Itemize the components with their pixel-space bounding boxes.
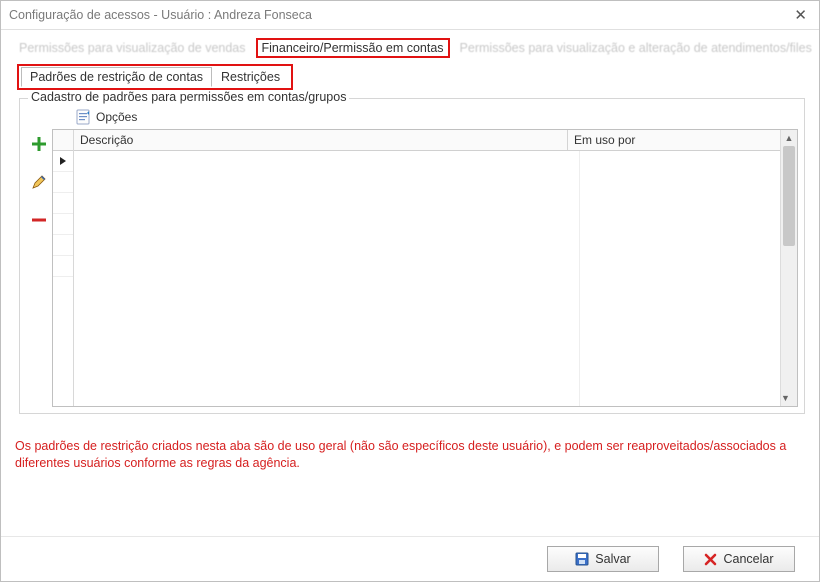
grid-body[interactable] bbox=[74, 151, 780, 406]
floppy-icon bbox=[575, 552, 589, 566]
options-label: Opções bbox=[96, 110, 137, 124]
frame-cadastro-padroes: Cadastro de padrões para permissões em c… bbox=[19, 98, 805, 414]
toolbar-vertical bbox=[26, 107, 52, 407]
pencil-icon bbox=[31, 174, 47, 190]
tab-permissoes-vendas[interactable]: Permissões para visualização de vendas bbox=[15, 39, 250, 57]
subtab-padroes-restricao[interactable]: Padrões de restrição de contas bbox=[21, 67, 212, 87]
minus-icon bbox=[31, 212, 47, 228]
options-icon bbox=[76, 109, 92, 125]
save-button-label: Salvar bbox=[595, 552, 630, 566]
column-header-descricao[interactable]: Descrição bbox=[74, 130, 568, 150]
sub-tabs: Padrões de restrição de contas Restriçõe… bbox=[17, 64, 293, 90]
content-area: Permissões para visualização de vendas F… bbox=[1, 30, 819, 536]
add-button[interactable] bbox=[30, 135, 48, 153]
row-marker-column bbox=[53, 130, 74, 406]
scrollbar-vertical[interactable]: ▲ ▼ bbox=[780, 130, 797, 406]
tab-permissoes-atendimentos[interactable]: Permissões para visualização e alteração… bbox=[456, 39, 816, 57]
titlebar: Configuração de acessos - Usuário : Andr… bbox=[1, 1, 819, 30]
triangle-right-icon bbox=[58, 156, 68, 166]
frame-inner: Opções bbox=[26, 107, 798, 407]
window-root: Configuração de acessos - Usuário : Andr… bbox=[0, 0, 820, 582]
grid-header: Descrição Em uso por bbox=[74, 130, 780, 151]
window-title: Configuração de acessos - Usuário : Andr… bbox=[9, 8, 312, 22]
close-icon[interactable]: ✕ bbox=[788, 4, 813, 26]
subtab-restricoes[interactable]: Restrições bbox=[212, 67, 289, 87]
cancel-button-label: Cancelar bbox=[723, 552, 773, 566]
frame-legend: Cadastro de padrões para permissões em c… bbox=[28, 90, 349, 104]
row-marker-current[interactable] bbox=[53, 151, 73, 172]
remove-button[interactable] bbox=[30, 211, 48, 229]
plus-icon bbox=[31, 136, 47, 152]
tab-financeiro-contas[interactable]: Financeiro/Permissão em contas bbox=[256, 38, 450, 58]
main-tabs: Permissões para visualização de vendas F… bbox=[15, 38, 811, 58]
options-row[interactable]: Opções bbox=[52, 107, 798, 129]
x-red-icon bbox=[704, 553, 717, 566]
save-button[interactable]: Salvar bbox=[547, 546, 659, 572]
edit-button[interactable] bbox=[30, 173, 48, 191]
grid: Descrição Em uso por ▲ ▼ bbox=[52, 129, 798, 407]
scroll-up-icon[interactable]: ▲ bbox=[781, 130, 797, 146]
column-header-em-uso-por[interactable]: Em uso por bbox=[568, 130, 780, 150]
scroll-down-icon[interactable]: ▼ bbox=[781, 390, 790, 406]
info-text: Os padrões de restrição criados nesta ab… bbox=[15, 438, 805, 472]
grid-area: Opções bbox=[52, 107, 798, 407]
scroll-thumb[interactable] bbox=[783, 146, 795, 246]
footer: Salvar Cancelar bbox=[1, 536, 819, 581]
data-columns: Descrição Em uso por bbox=[74, 130, 780, 406]
cancel-button[interactable]: Cancelar bbox=[683, 546, 795, 572]
sub-tabs-wrap: Padrões de restrição de contas Restriçõe… bbox=[17, 64, 811, 90]
